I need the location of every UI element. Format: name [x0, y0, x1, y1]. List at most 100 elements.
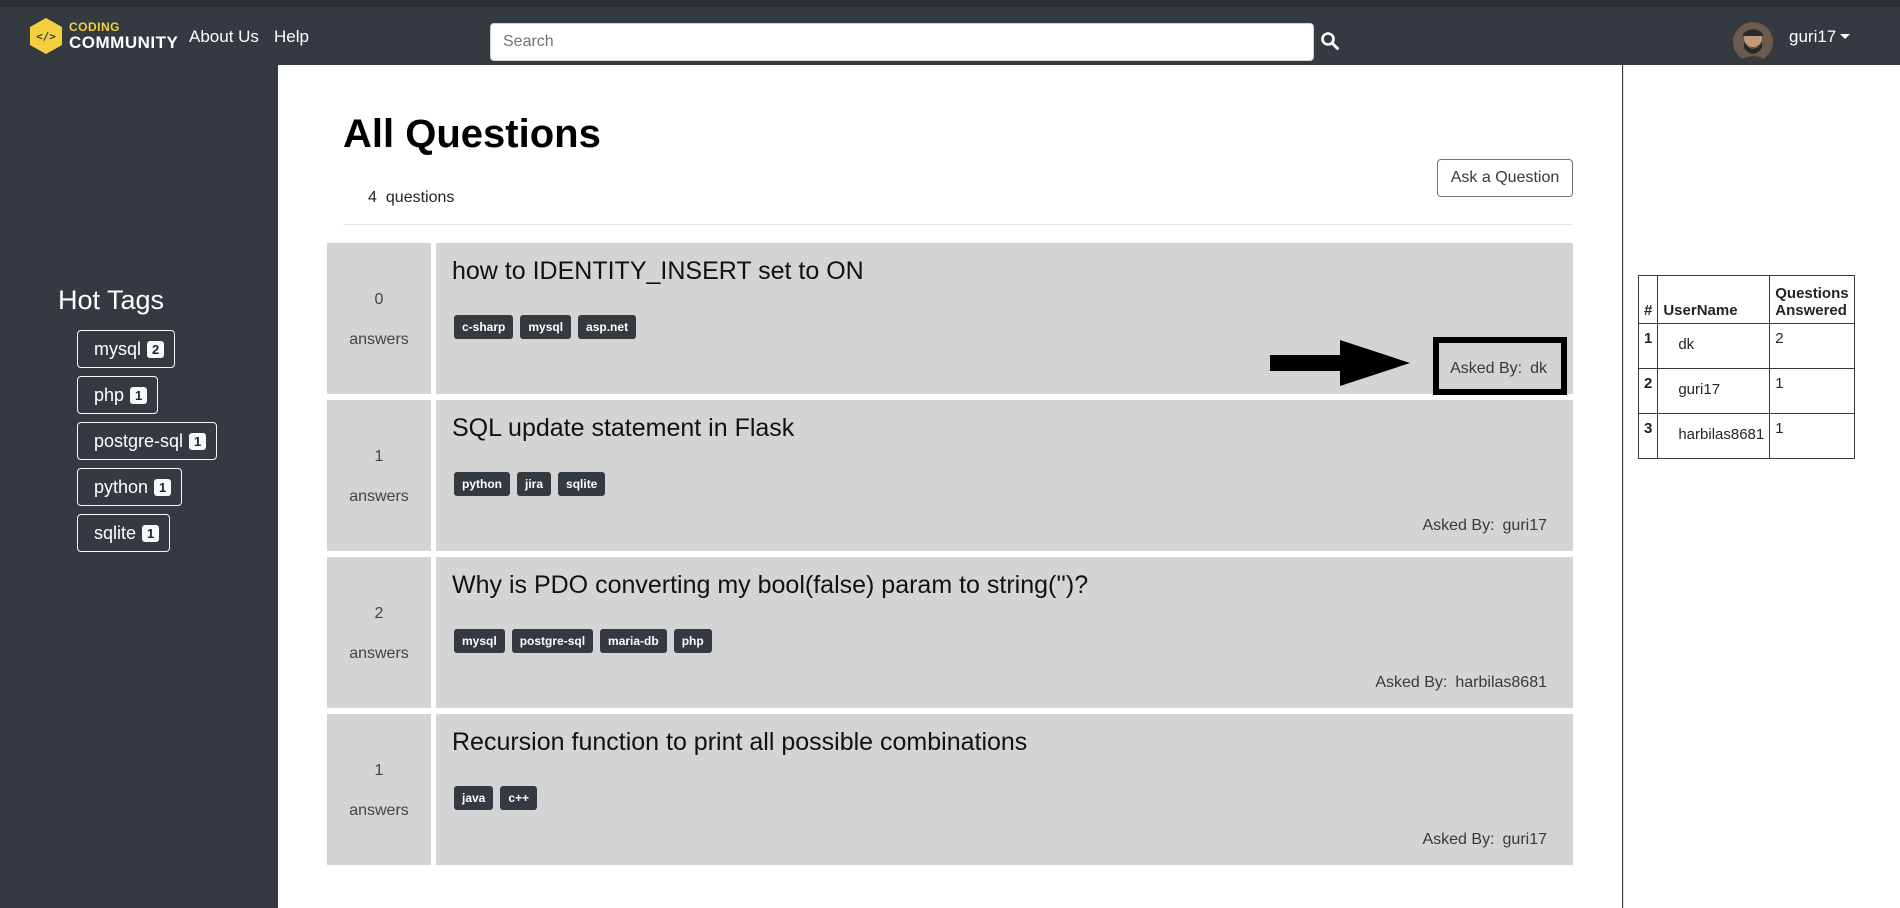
- hot-tag-count: 1: [130, 386, 148, 404]
- asked-by-label: Asked By:: [1422, 831, 1495, 848]
- avatar[interactable]: [1733, 22, 1773, 62]
- table-row: 3 harbilas8681 1: [1637, 413, 1855, 459]
- question-body: SQL update statement in Flask python jir…: [436, 400, 1573, 551]
- question-title[interactable]: Recursion function to print all possible…: [452, 728, 1027, 757]
- answer-count: 0: [374, 291, 384, 308]
- nav-help-link[interactable]: Help: [274, 27, 309, 47]
- question-count-number: 4: [368, 189, 377, 206]
- answer-label: answers: [349, 331, 409, 348]
- brand-line1: CODING: [69, 20, 120, 34]
- table-row: 2 guri17 1: [1637, 368, 1855, 414]
- tag[interactable]: c-sharp: [454, 315, 514, 339]
- asked-by: Asked By: harbilas8681: [1375, 674, 1547, 692]
- ask-question-button[interactable]: Ask a Question: [1437, 159, 1573, 197]
- question-row: 1 answers SQL update statement in Flask …: [327, 400, 1573, 551]
- tag[interactable]: php: [673, 629, 712, 653]
- divider: [343, 224, 1573, 225]
- hot-tag-label: python: [94, 476, 149, 497]
- username-cell: guri17: [1657, 368, 1771, 414]
- answer-label: answers: [349, 802, 409, 819]
- annotation-highlight-box: [1433, 337, 1567, 395]
- question-tags: python jira sqlite: [454, 472, 612, 496]
- asked-by-author[interactable]: guri17: [1503, 517, 1547, 534]
- caret-down-icon: [1840, 34, 1851, 39]
- hot-tag-count: 2: [147, 340, 165, 358]
- tag[interactable]: postgre-sql: [511, 629, 594, 653]
- username-header: UserName: [1657, 275, 1771, 324]
- question-title[interactable]: Why is PDO converting my bool(false) par…: [452, 571, 1088, 600]
- hot-tag-count: 1: [154, 478, 172, 496]
- answered-header: Questions Answered: [1769, 275, 1855, 324]
- table-row: 1 dk 2: [1637, 323, 1855, 369]
- question-body: Recursion function to print all possible…: [436, 714, 1573, 865]
- table-header-row: # UserName Questions Answered: [1637, 275, 1855, 324]
- brand-line2: COMMUNITY: [69, 33, 179, 52]
- tag[interactable]: maria-db: [600, 629, 667, 653]
- brand-logo[interactable]: </> CODING COMMUNITY: [27, 17, 178, 55]
- tag[interactable]: c++: [500, 786, 538, 810]
- asked-by-label: Asked By:: [1375, 674, 1448, 691]
- tag[interactable]: java: [454, 786, 494, 810]
- hot-tag-postgre-sql[interactable]: postgre-sql 1: [77, 422, 218, 460]
- answer-count-box: 1 answers: [327, 400, 431, 551]
- question-tags: c-sharp mysql asp.net: [454, 315, 643, 339]
- user-menu-dropdown[interactable]: guri17: [1789, 27, 1851, 47]
- question-title[interactable]: how to IDENTITY_INSERT set to ON: [452, 257, 864, 286]
- rank-cell: 1: [1637, 323, 1659, 369]
- asked-by: Asked By: guri17: [1422, 517, 1547, 535]
- asked-by: Asked By: guri17: [1422, 831, 1547, 849]
- answer-label: answers: [349, 488, 409, 505]
- hot-tag-php[interactable]: php 1: [77, 376, 159, 414]
- user-name: guri17: [1789, 27, 1837, 46]
- question-count-label: questions: [385, 189, 455, 206]
- tag[interactable]: mysql: [454, 629, 505, 653]
- hot-tag-label: postgre-sql: [94, 430, 184, 451]
- top-strip: [0, 0, 1900, 7]
- rank-cell: 3: [1637, 413, 1659, 459]
- asked-by-author[interactable]: harbilas8681: [1455, 674, 1547, 691]
- username-cell: harbilas8681: [1657, 413, 1771, 459]
- page-title: All Questions: [343, 112, 601, 156]
- rank-cell: 2: [1637, 368, 1659, 414]
- asked-by-author[interactable]: guri17: [1503, 831, 1547, 848]
- username-cell: dk: [1657, 323, 1771, 369]
- tag[interactable]: jira: [517, 472, 552, 496]
- hot-tag-label: mysql: [94, 338, 142, 359]
- tag[interactable]: sqlite: [558, 472, 606, 496]
- tag[interactable]: mysql: [520, 315, 572, 339]
- navbar: </> CODING COMMUNITY About Us Help guri1…: [0, 7, 1900, 65]
- question-body: Why is PDO converting my bool(false) par…: [436, 557, 1573, 708]
- answer-count-box: 0 answers: [327, 243, 431, 394]
- tag[interactable]: python: [454, 472, 510, 496]
- hot-tag-label: php: [94, 384, 125, 405]
- hot-tag-mysql[interactable]: mysql 2: [77, 330, 176, 368]
- hot-tag-python[interactable]: python 1: [77, 468, 183, 506]
- asked-by-label: Asked By:: [1422, 517, 1495, 534]
- hot-tag-count: 1: [189, 432, 207, 450]
- tag[interactable]: asp.net: [578, 315, 637, 339]
- hot-tag-sqlite[interactable]: sqlite 1: [77, 514, 171, 552]
- answer-label: answers: [349, 645, 409, 662]
- question-tags: mysql postgre-sql maria-db php: [454, 629, 719, 653]
- hot-tag-count: 1: [142, 524, 160, 542]
- hot-tag-label: sqlite: [94, 522, 137, 543]
- right-panel: [1623, 65, 1900, 908]
- user-ranking-table: # UserName Questions Answered 1 dk 2 2 g…: [1637, 275, 1855, 459]
- answer-count: 1: [374, 762, 384, 779]
- question-row: 2 answers Why is PDO converting my bool(…: [327, 557, 1573, 708]
- search-input[interactable]: [490, 23, 1314, 61]
- nav-about-link[interactable]: About Us: [189, 27, 259, 47]
- question-title[interactable]: SQL update statement in Flask: [452, 414, 794, 443]
- answered-cell: 1: [1769, 413, 1855, 459]
- question-count: 4 questions: [368, 189, 454, 207]
- answered-cell: 2: [1769, 323, 1855, 369]
- code-hexagon-icon: </>: [30, 18, 62, 54]
- question-row: 1 answers Recursion function to print al…: [327, 714, 1573, 865]
- rank-header: #: [1637, 275, 1659, 324]
- answer-count: 1: [374, 448, 384, 465]
- answer-count: 2: [374, 605, 384, 622]
- search-icon[interactable]: [1320, 31, 1340, 51]
- answered-cell: 1: [1769, 368, 1855, 414]
- annotation-arrow-icon: [1270, 340, 1410, 386]
- question-tags: java c++: [454, 786, 544, 810]
